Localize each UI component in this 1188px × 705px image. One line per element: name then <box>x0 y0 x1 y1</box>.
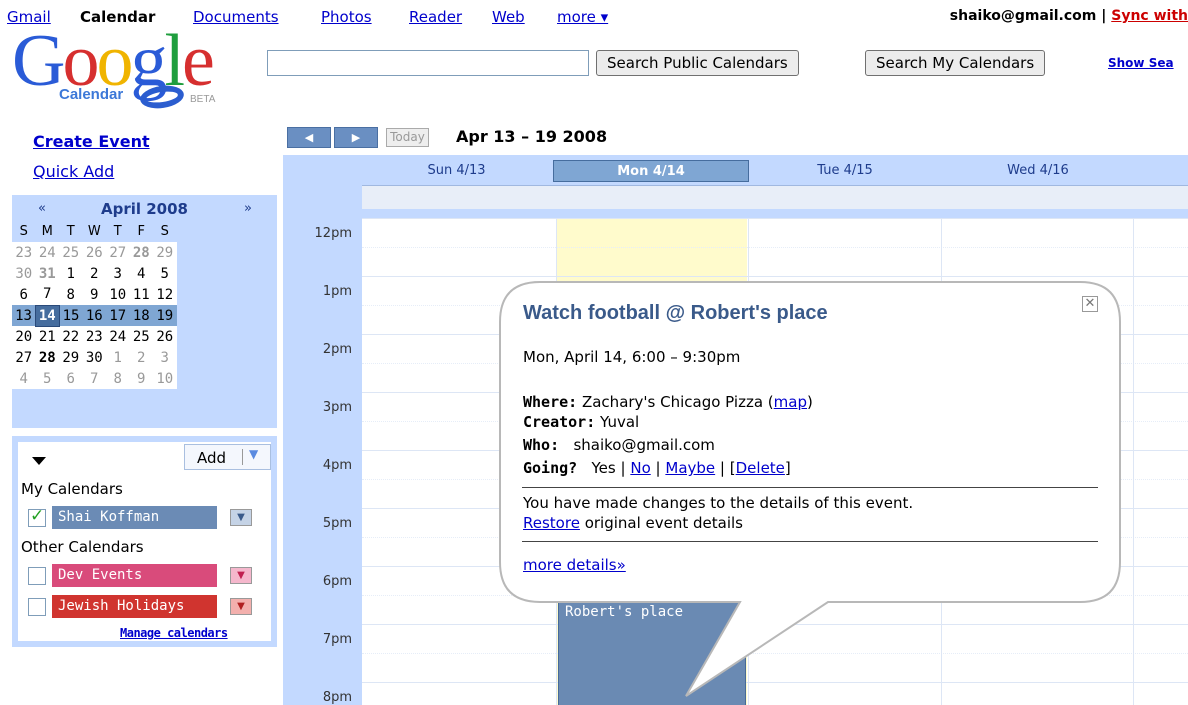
who-value: shaiko@gmail.com <box>573 436 715 454</box>
restore-link[interactable]: Restore <box>523 514 580 532</box>
divider <box>522 487 1098 488</box>
delete-link[interactable]: Delete <box>736 459 785 477</box>
where-label: Where: <box>523 393 578 411</box>
separator: | <box>719 459 725 477</box>
where-value: Zachary's Chicago Pizza <box>581 393 764 411</box>
map-paren: ) <box>806 393 813 411</box>
bubble-going-row: Going? Yes | No | Maybe | [Delete] <box>523 459 791 477</box>
creator-value: Yuval <box>600 413 640 431</box>
event-details-bubble: Watch football @ Robert's place ✕ Mon, A… <box>500 282 1120 602</box>
bubble-who-row: Who: shaiko@gmail.com <box>523 436 715 454</box>
restore-text: original event details <box>584 514 744 532</box>
going-no-link[interactable]: No <box>630 459 650 477</box>
who-label: Who: <box>523 436 560 454</box>
going-label: Going? <box>523 459 578 477</box>
restore-row: Restore original event details <box>523 514 743 532</box>
going-maybe-link[interactable]: Maybe <box>665 459 715 477</box>
more-details-link[interactable]: more details» <box>523 556 626 574</box>
bubble-when: Mon, April 14, 6:00 – 9:30pm <box>523 348 741 366</box>
creator-label: Creator: <box>523 413 596 431</box>
close-icon[interactable]: ✕ <box>1082 296 1098 312</box>
divider <box>522 541 1098 542</box>
separator: | <box>655 459 661 477</box>
bubble-where-row: Where: Zachary's Chicago Pizza (map) <box>523 393 813 411</box>
map-link[interactable]: map <box>774 393 807 411</box>
changes-message: You have made changes to the details of … <box>523 494 914 512</box>
going-yes: Yes <box>591 459 616 477</box>
bubble-title: Watch football @ Robert's place <box>523 302 828 324</box>
separator: | <box>620 459 626 477</box>
bracket: ] <box>784 459 791 477</box>
bubble-creator-row: Creator: Yuval <box>523 413 639 431</box>
